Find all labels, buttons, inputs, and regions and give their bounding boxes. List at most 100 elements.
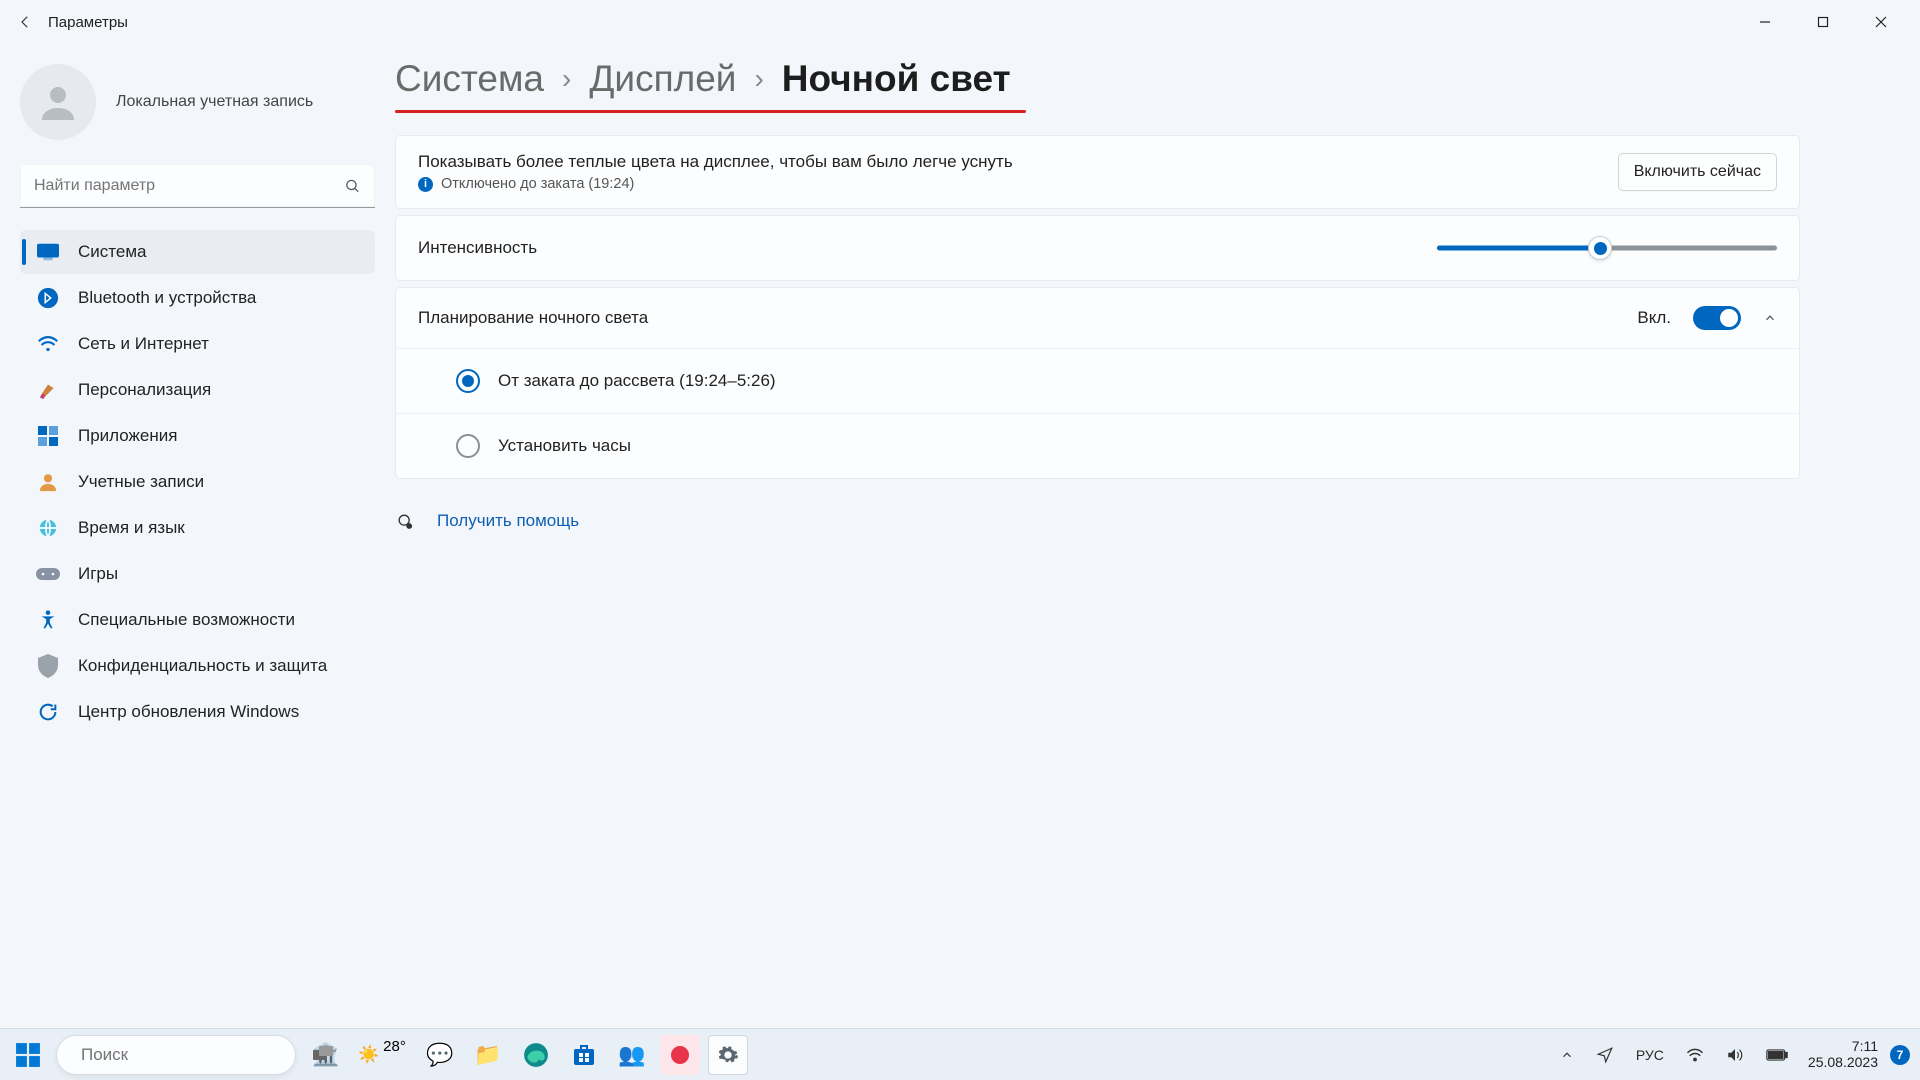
slider-thumb[interactable] [1588, 236, 1612, 260]
schedule-option-sunset[interactable]: От заката до рассвета (19:24–5:26) [396, 348, 1799, 413]
chevron-right-icon: › [562, 63, 571, 95]
help-link[interactable]: Получить помощь [437, 511, 579, 531]
weather-temp: 28° [383, 1038, 406, 1055]
globe-icon [36, 516, 60, 540]
account-label: Локальная учетная запись [116, 93, 313, 111]
sidebar-item-label: Учетные записи [78, 472, 204, 492]
maximize-button[interactable] [1794, 4, 1852, 40]
intensity-slider[interactable] [1437, 238, 1777, 258]
shield-icon [36, 654, 60, 678]
taskbar-app-settings[interactable] [708, 1035, 748, 1075]
sidebar-item-label: Время и язык [78, 518, 185, 538]
sidebar-item-label: Центр обновления Windows [78, 702, 299, 722]
tray-wifi-icon[interactable] [1678, 1048, 1712, 1062]
close-button[interactable] [1852, 4, 1910, 40]
account-block[interactable]: Локальная учетная запись [20, 54, 375, 158]
schedule-option-label: Установить часы [498, 436, 631, 456]
titlebar: Параметры [0, 0, 1920, 44]
breadcrumb-display[interactable]: Дисплей [589, 58, 736, 100]
sidebar-item-apps[interactable]: Приложения [20, 414, 375, 458]
chevron-up-icon [1763, 311, 1777, 325]
sidebar-item-label: Игры [78, 564, 118, 584]
nav-list: Система Bluetooth и устройства Сеть и Ин… [20, 230, 375, 734]
schedule-card: Планирование ночного света Вкл. От закат… [395, 287, 1800, 479]
back-button[interactable] [10, 7, 40, 37]
turn-on-now-button[interactable]: Включить сейчас [1618, 153, 1777, 191]
schedule-toggle[interactable] [1693, 306, 1741, 330]
brush-icon [36, 378, 60, 402]
sidebar-item-label: Конфиденциальность и защита [78, 656, 327, 676]
search-icon [344, 178, 361, 195]
notification-badge[interactable]: 7 [1890, 1045, 1910, 1065]
main-content: Система › Дисплей › Ночной свет Показыва… [395, 44, 1920, 1028]
sidebar-item-accessibility[interactable]: Специальные возможности [20, 598, 375, 642]
help-row: Получить помощь [395, 485, 1800, 531]
tray-location-icon[interactable] [1588, 1046, 1622, 1064]
sidebar-item-label: Сеть и Интернет [78, 334, 209, 354]
radio-selected-icon [456, 369, 480, 393]
sidebar-item-accounts[interactable]: Учетные записи [20, 460, 375, 504]
tray-chevron[interactable] [1552, 1048, 1582, 1062]
tray-volume-icon[interactable] [1718, 1047, 1752, 1063]
weather-widget[interactable]: ☀️28° [352, 1035, 412, 1075]
taskbar-app-teams[interactable]: 👥 [612, 1035, 652, 1075]
apps-icon [36, 424, 60, 448]
sidebar-item-time-language[interactable]: Время и язык [20, 506, 375, 550]
radio-unselected-icon [456, 434, 480, 458]
intensity-card: Интенсивность [395, 215, 1800, 281]
info-icon: i [418, 177, 433, 192]
sidebar-item-system[interactable]: Система [20, 230, 375, 274]
wifi-icon [36, 332, 60, 356]
taskbar-app-chat[interactable]: 💬 [420, 1035, 460, 1075]
sidebar-item-label: Система [78, 242, 146, 262]
system-icon [36, 240, 60, 264]
nightlight-status-card: Показывать более теплые цвета на дисплее… [395, 135, 1800, 209]
breadcrumb-system[interactable]: Система [395, 58, 544, 100]
sidebar-item-privacy[interactable]: Конфиденциальность и защита [20, 644, 375, 688]
taskbar-app-edge[interactable] [516, 1035, 556, 1075]
search-input[interactable] [20, 164, 375, 208]
taskbar-app-store[interactable] [564, 1035, 604, 1075]
search-box[interactable] [20, 164, 375, 208]
sidebar-item-update[interactable]: Центр обновления Windows [20, 690, 375, 734]
taskbar-search-input[interactable] [81, 1045, 302, 1065]
sidebar-item-label: Bluetooth и устройства [78, 288, 256, 308]
intensity-label: Интенсивность [418, 238, 1437, 258]
user-icon [34, 78, 82, 126]
sidebar-item-personalization[interactable]: Персонализация [20, 368, 375, 412]
sidebar-item-label: Приложения [78, 426, 177, 446]
chevron-right-icon: › [754, 63, 763, 95]
arrow-left-icon [16, 13, 34, 31]
window-title: Параметры [48, 14, 128, 31]
schedule-state-text: Вкл. [1637, 308, 1671, 328]
tray-clock[interactable]: 7:11 25.08.2023 [1802, 1039, 1884, 1070]
sidebar: Локальная учетная запись Система Bluetoo… [0, 44, 395, 1028]
taskbar-search[interactable]: 🏛️ [56, 1035, 296, 1075]
bluetooth-icon [36, 286, 60, 310]
sidebar-item-bluetooth[interactable]: Bluetooth и устройства [20, 276, 375, 320]
sidebar-item-gaming[interactable]: Игры [20, 552, 375, 596]
schedule-option-label: От заката до рассвета (19:24–5:26) [498, 371, 776, 391]
minimize-button[interactable] [1736, 4, 1794, 40]
schedule-header[interactable]: Планирование ночного света Вкл. [396, 288, 1799, 348]
schedule-option-hours[interactable]: Установить часы [396, 413, 1799, 478]
clock-date: 25.08.2023 [1808, 1055, 1878, 1070]
clock-time: 7:11 [1808, 1039, 1878, 1054]
taskbar-app-explorer[interactable]: 📁 [468, 1035, 508, 1075]
tray-language[interactable]: РУС [1628, 1047, 1672, 1063]
start-button[interactable] [8, 1035, 48, 1075]
taskbar-app-creative[interactable] [660, 1035, 700, 1075]
help-icon [395, 511, 417, 531]
update-icon [36, 700, 60, 724]
sidebar-item-network[interactable]: Сеть и Интернет [20, 322, 375, 366]
schedule-label: Планирование ночного света [418, 308, 1637, 328]
taskview-button[interactable] [304, 1035, 344, 1075]
sidebar-item-label: Персонализация [78, 380, 211, 400]
annotation-underline [395, 110, 1026, 113]
person-icon [36, 470, 60, 494]
breadcrumb: Система › Дисплей › Ночной свет [395, 58, 1800, 106]
tray-battery-icon[interactable] [1758, 1049, 1796, 1061]
nightlight-description: Показывать более теплые цвета на дисплее… [418, 152, 1618, 172]
nightlight-status-text: Отключено до заката (19:24) [441, 176, 634, 192]
accessibility-icon [36, 608, 60, 632]
